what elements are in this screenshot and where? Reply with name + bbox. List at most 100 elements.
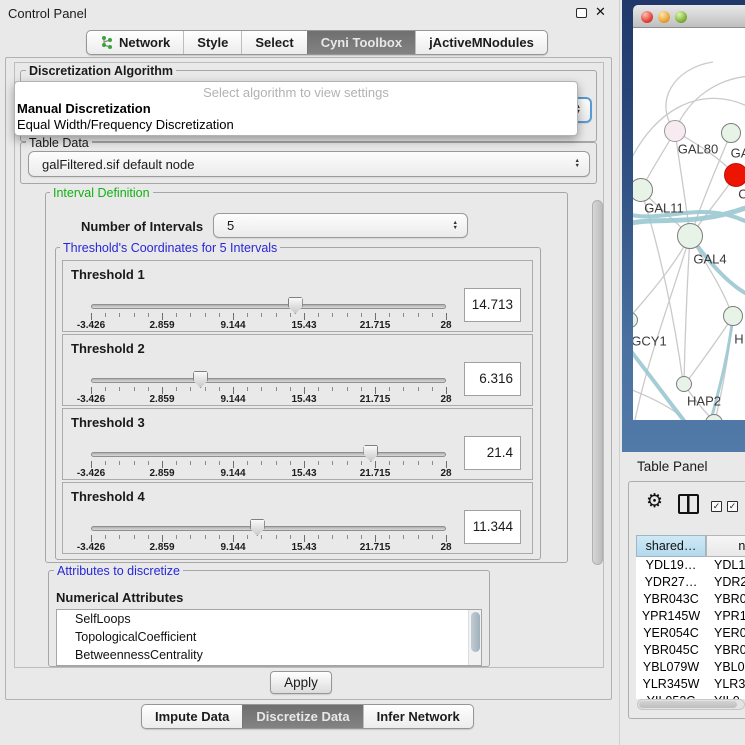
table-row[interactable]: YDR27…YDR2	[636, 574, 745, 591]
threshold-value-field[interactable]: 11.344	[464, 510, 521, 544]
tab-cyni-toolbox[interactable]: Cyni Toolbox	[307, 31, 415, 54]
slider-track[interactable]	[91, 378, 446, 383]
tab-label: Network	[119, 35, 170, 50]
top-tab-bar: Network Style Select Cyni Toolbox jActiv…	[86, 30, 548, 55]
close-icon[interactable]: ✕	[595, 4, 606, 20]
table-row[interactable]: YBL079WYBL0	[636, 659, 745, 676]
tab-label: Discretize Data	[256, 709, 349, 724]
tab-network[interactable]: Network	[87, 31, 183, 54]
table-row[interactable]: YDL19…YDL1	[636, 557, 745, 574]
tick-label: 15.43	[291, 320, 316, 331]
panel-scrollbar-thumb[interactable]	[592, 200, 603, 565]
tab-infer-network[interactable]: Infer Network	[363, 705, 473, 728]
node-label: HAP2	[687, 394, 721, 409]
network-node[interactable]	[676, 376, 692, 392]
slider-track[interactable]	[91, 304, 446, 309]
column-header-name[interactable]: name	[706, 535, 745, 557]
zoom-traffic-light[interactable]	[675, 11, 687, 23]
attribute-item[interactable]: TopologicalCoefficient	[57, 628, 481, 646]
slider-track[interactable]	[91, 452, 446, 457]
table-row[interactable]: YBR045CYBR0	[636, 642, 745, 659]
threshold-label: Threshold 4	[71, 489, 145, 504]
table-row[interactable]: YPR145WYPR1	[636, 608, 745, 625]
slider-handle[interactable]	[250, 519, 265, 536]
tick-label: 2.859	[149, 394, 174, 405]
num-intervals-combo[interactable]: 5 ▲▼	[213, 213, 468, 238]
table-row[interactable]: YER054CYER0	[636, 625, 745, 642]
slider-handle[interactable]	[193, 371, 208, 388]
slider-ticks	[91, 535, 446, 542]
tab-discretize-data[interactable]: Discretize Data	[242, 705, 362, 728]
network-window-frame: GAL80GACGAL11GAL4HGCY1HAP2	[622, 0, 745, 452]
popup-option-equal-width-frequency[interactable]: Equal Width/Frequency Discretization	[15, 117, 577, 132]
network-node[interactable]	[664, 120, 686, 142]
threshold-label: Threshold 2	[71, 341, 145, 356]
network-node[interactable]	[677, 223, 703, 249]
slider-tick-labels: -3.4262.8599.14415.4321.71528	[91, 542, 446, 553]
threshold-panel-4: Threshold 4 -3.4262.8599.14415.4321.7152…	[62, 482, 533, 554]
tick-label: 28	[440, 320, 451, 331]
table-row[interactable]: YLR345WYLR3	[636, 676, 745, 693]
column-header-shared[interactable]: shared…	[636, 535, 706, 557]
checkbox-icon[interactable]: ✓	[727, 501, 738, 512]
threshold-value-field[interactable]: 14.713	[464, 288, 521, 322]
network-node[interactable]	[721, 123, 741, 143]
network-window-titlebar[interactable]	[633, 5, 745, 28]
network-canvas[interactable]: GAL80GACGAL11GAL4HGCY1HAP2	[633, 28, 745, 420]
slider-handle[interactable]	[363, 445, 378, 462]
network-node[interactable]	[723, 306, 743, 326]
tick-label: 9.144	[220, 394, 245, 405]
tick-label: 2.859	[149, 542, 174, 553]
popup-option-manual-discretization[interactable]: Manual Discretization	[15, 101, 577, 116]
table-header: shared… name	[636, 535, 745, 557]
tick-label: 28	[440, 468, 451, 479]
tab-select[interactable]: Select	[241, 31, 306, 54]
num-intervals-label: Number of Intervals	[78, 219, 206, 234]
spinner-icon: ▲▼	[575, 159, 580, 169]
attributes-list[interactable]: SelfLoopsTopologicalCoefficientBetweenne…	[56, 609, 482, 666]
scrollbar-thumb[interactable]	[471, 612, 480, 652]
split-columns-icon[interactable]	[678, 494, 699, 514]
scrollbar-thumb[interactable]	[639, 701, 737, 708]
attribute-item[interactable]: BetweennessCentrality	[57, 646, 481, 664]
list-scrollbar[interactable]	[468, 610, 481, 665]
popup-placeholder: Select algorithm to view settings	[15, 85, 577, 100]
tick-label: -3.426	[77, 394, 105, 405]
tab-label: Impute Data	[155, 709, 229, 724]
group-title: Table Data	[26, 136, 92, 150]
table-rows[interactable]: YDL19…YDL1YDR27…YDR2YBR043CYBR0YPR145WYP…	[636, 557, 745, 699]
table-hscrollbar[interactable]	[637, 699, 745, 710]
algorithm-popup: Select algorithm to view settings Manual…	[14, 81, 578, 136]
tick-label: 21.715	[360, 468, 391, 479]
tab-label: Cyni Toolbox	[321, 35, 402, 50]
threshold-value-field[interactable]: 21.4	[464, 436, 521, 470]
tick-label: 9.144	[220, 320, 245, 331]
slider-tick-labels: -3.4262.8599.14415.4321.71528	[91, 468, 446, 479]
node-label: H	[734, 332, 743, 347]
tab-style[interactable]: Style	[183, 31, 241, 54]
combo-value: galFiltered.sif default node	[42, 157, 194, 172]
tab-label: Select	[255, 35, 293, 50]
network-icon	[100, 35, 114, 50]
slider-track[interactable]	[91, 526, 446, 531]
group-title: Threshold's Coordinates for 5 Intervals	[60, 241, 280, 255]
close-traffic-light[interactable]	[641, 11, 653, 23]
slider-handle[interactable]	[288, 297, 303, 314]
table-row[interactable]: YBR043CYBR0	[636, 591, 745, 608]
network-node[interactable]	[724, 163, 745, 187]
apply-button[interactable]: Apply	[270, 671, 332, 694]
attribute-item[interactable]: SelfLoops	[57, 610, 481, 628]
control-panel: Control Panel ✕ Network Style Select Cyn…	[0, 0, 620, 745]
threshold-panel-3: Threshold 3 -3.4262.8599.14415.4321.7152…	[62, 408, 533, 480]
float-window-icon[interactable]	[576, 8, 587, 18]
tab-impute-data[interactable]: Impute Data	[142, 705, 242, 728]
group-title: Interval Definition	[50, 186, 153, 200]
node-label: GAL80	[678, 142, 718, 157]
table-data-combo[interactable]: galFiltered.sif default node ▲▼	[28, 151, 590, 177]
threshold-value-field[interactable]: 6.316	[464, 362, 521, 396]
minimize-traffic-light[interactable]	[658, 11, 670, 23]
combo-value: 5	[227, 218, 234, 233]
checkbox-icon[interactable]: ✓	[711, 501, 722, 512]
gear-icon[interactable]: ⚙	[646, 490, 663, 512]
tab-jactivemnodules[interactable]: jActiveMNodules	[415, 31, 547, 54]
